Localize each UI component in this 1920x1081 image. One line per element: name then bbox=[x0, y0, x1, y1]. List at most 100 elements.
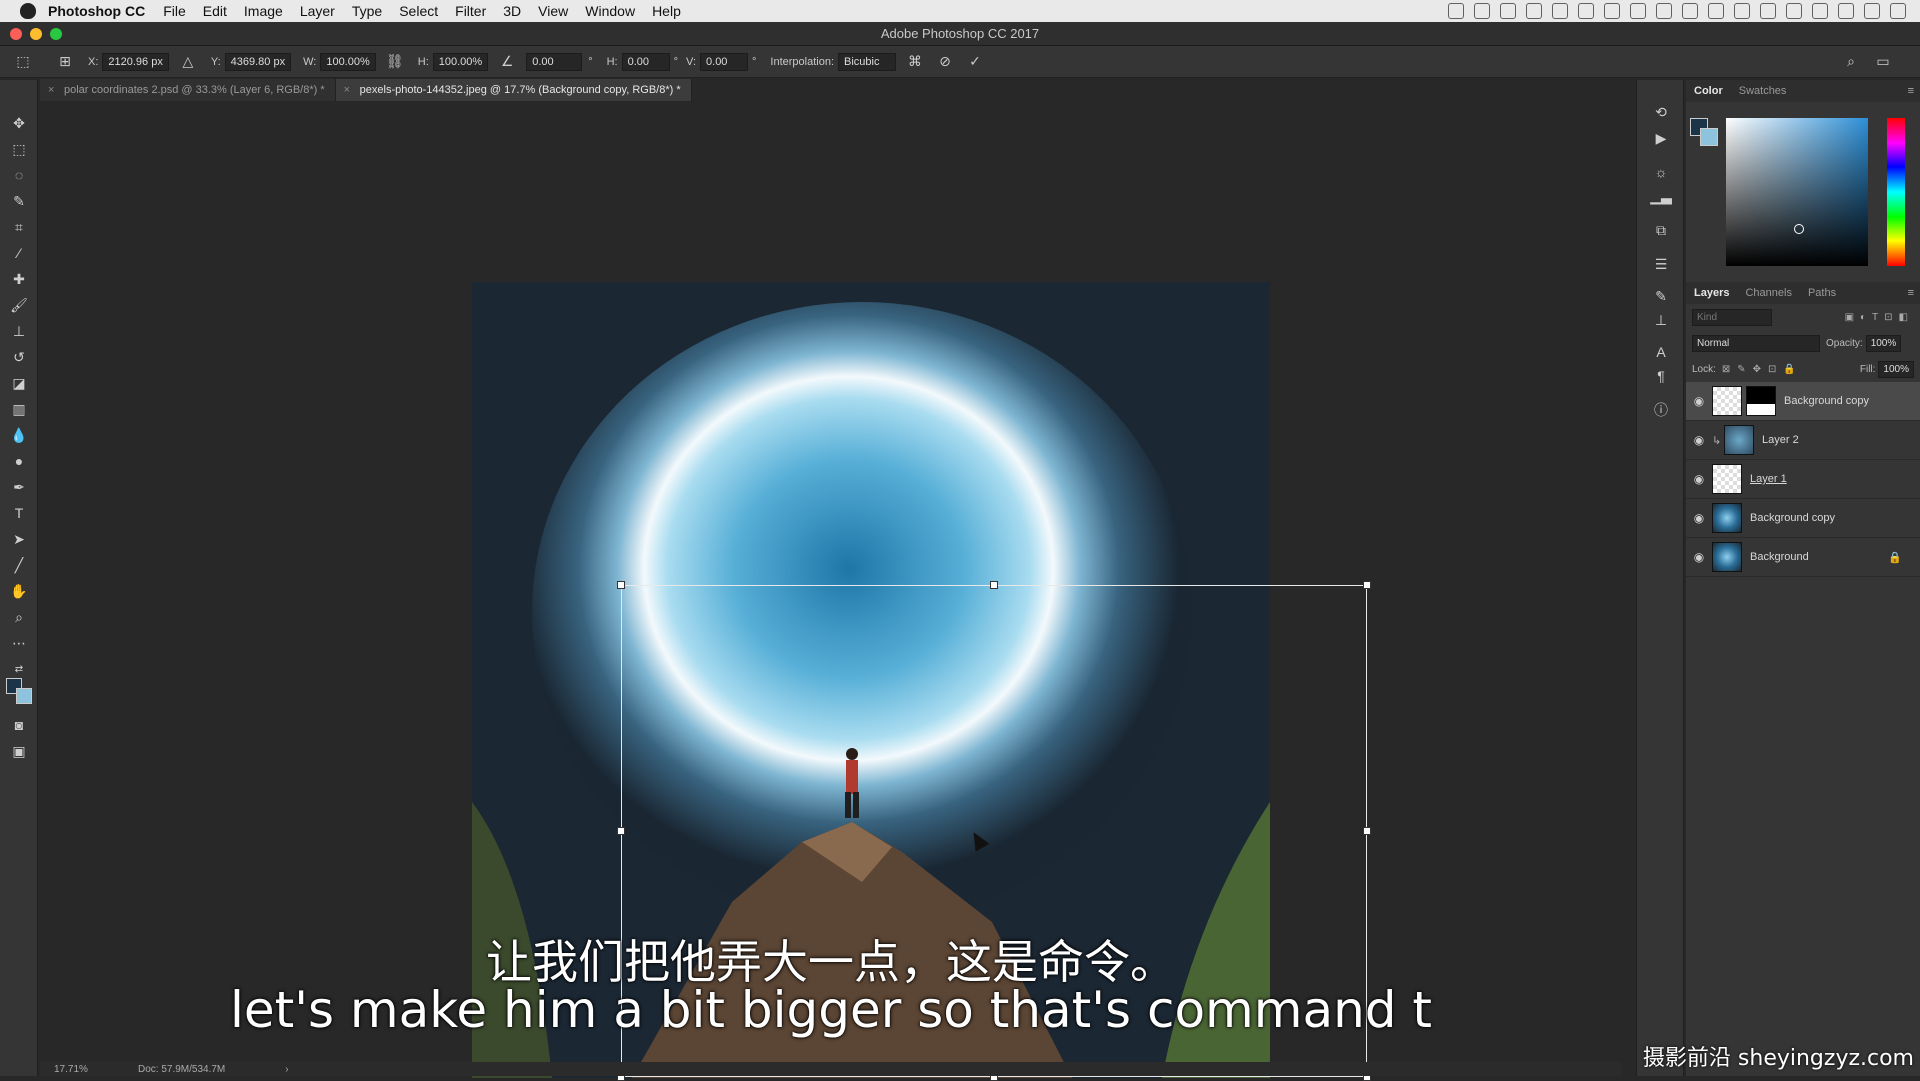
tab-layers[interactable]: Layers bbox=[1686, 287, 1737, 299]
tool-preset-icon[interactable]: ⬚ bbox=[14, 53, 32, 71]
menu-help[interactable]: Help bbox=[652, 3, 681, 19]
history-panel-icon[interactable]: ⟲ bbox=[1651, 102, 1671, 122]
document-canvas[interactable]: 让我们把他弄大一点，这是命令。 let's make him a bit big… bbox=[40, 101, 1622, 1081]
notification-center-icon[interactable] bbox=[1890, 3, 1906, 19]
background-color-swatch[interactable] bbox=[16, 688, 32, 704]
tab-channels[interactable]: Channels bbox=[1737, 287, 1799, 299]
layer-row-background[interactable]: ◉ Background 🔒 bbox=[1686, 538, 1920, 577]
transform-handle-top-left[interactable] bbox=[617, 581, 625, 589]
layer-row-layer-2[interactable]: ◉ ↳ Layer 2 bbox=[1686, 421, 1920, 460]
transform-handle-right[interactable] bbox=[1363, 827, 1371, 835]
relative-position-icon[interactable]: △ bbox=[179, 53, 197, 71]
transform-handle-top[interactable] bbox=[990, 581, 998, 589]
more-tools-icon[interactable]: ⋯ bbox=[8, 632, 30, 654]
link-icon[interactable]: ⛓ bbox=[386, 53, 404, 71]
history-brush-tool-icon[interactable]: ↺ bbox=[8, 346, 30, 368]
filter-type-icons[interactable]: ▣◐T⊡◧ bbox=[1845, 312, 1914, 323]
grid-icon[interactable] bbox=[1630, 3, 1646, 19]
quick-select-tool-icon[interactable]: ✎ bbox=[8, 190, 30, 212]
x-field[interactable]: 2120.96 px bbox=[102, 52, 169, 71]
blur-tool-icon[interactable]: 💧 bbox=[8, 424, 30, 446]
layer-name[interactable]: Background copy bbox=[1784, 395, 1869, 407]
tab-paths[interactable]: Paths bbox=[1800, 287, 1844, 299]
adjustments-panel-icon[interactable]: ☼ bbox=[1651, 162, 1671, 182]
minimize-window-button[interactable] bbox=[30, 28, 42, 40]
warp-mode-icon[interactable]: ⌘ bbox=[906, 53, 924, 71]
tab-swatches[interactable]: Swatches bbox=[1731, 85, 1795, 97]
info-panel-icon[interactable]: ⓘ bbox=[1651, 400, 1671, 420]
display-icon[interactable] bbox=[1552, 3, 1568, 19]
tab-color[interactable]: Color bbox=[1686, 85, 1731, 97]
character-panel-icon[interactable]: A bbox=[1651, 342, 1671, 362]
visibility-eye-icon[interactable]: ◉ bbox=[1686, 550, 1712, 564]
lock-icons[interactable]: ⊠✎✥⊡🔒 bbox=[1722, 364, 1803, 375]
eraser-tool-icon[interactable]: ◪ bbox=[8, 372, 30, 394]
vskew-field[interactable]: 0.00 bbox=[700, 52, 749, 71]
layer-row-background-copy[interactable]: ◉ Background copy bbox=[1686, 499, 1920, 538]
quick-mask-icon[interactable]: ◙ bbox=[8, 714, 30, 736]
interpolation-select[interactable]: Bicubic bbox=[838, 52, 897, 71]
default-colors-icon[interactable]: ⇄ bbox=[8, 658, 30, 680]
close-tab-icon[interactable]: × bbox=[344, 79, 350, 101]
type-tool-icon[interactable]: T bbox=[8, 502, 30, 524]
layer-name[interactable]: Background copy bbox=[1750, 512, 1835, 524]
sync-icon[interactable] bbox=[1604, 3, 1620, 19]
close-tab-icon[interactable]: × bbox=[48, 79, 54, 101]
zoom-tool-icon[interactable]: ⌕ bbox=[8, 606, 30, 628]
menu-select[interactable]: Select bbox=[399, 3, 438, 19]
visibility-eye-icon[interactable]: ◉ bbox=[1686, 433, 1712, 447]
blend-mode-select[interactable]: Normal bbox=[1692, 334, 1820, 352]
tab-polar-coordinates[interactable]: × polar coordinates 2.psd @ 33.3% (Layer… bbox=[40, 79, 336, 101]
clone-stamp-tool-icon[interactable]: ⊥ bbox=[8, 320, 30, 342]
commit-transform-icon[interactable]: ✓ bbox=[966, 53, 984, 71]
layer-row-layer-1[interactable]: ◉ Layer 1 bbox=[1686, 460, 1920, 499]
histogram-panel-icon[interactable]: ▁▃ bbox=[1650, 186, 1672, 206]
volume-icon[interactable] bbox=[1760, 3, 1776, 19]
visibility-eye-icon[interactable]: ◉ bbox=[1686, 511, 1712, 525]
hand-tool-icon[interactable]: ✋ bbox=[8, 580, 30, 602]
apple-icon[interactable] bbox=[20, 3, 36, 19]
tool-presets-panel-icon[interactable]: ⊥ bbox=[1651, 310, 1671, 330]
layer-row-background-copy-masked[interactable]: ◉ Background copy bbox=[1686, 382, 1920, 421]
paragraph-panel-icon[interactable]: ¶ bbox=[1651, 366, 1671, 386]
actions-panel-icon[interactable]: ▶ bbox=[1651, 128, 1671, 148]
healing-brush-tool-icon[interactable]: ✚ bbox=[8, 268, 30, 290]
move-tool-icon[interactable]: ✥ bbox=[8, 112, 30, 134]
rotate-field[interactable]: 0.00 bbox=[526, 52, 583, 71]
zoom-window-button[interactable] bbox=[50, 28, 62, 40]
workspace-icon[interactable]: ▭ bbox=[1874, 53, 1892, 71]
transform-handle-top-right[interactable] bbox=[1363, 581, 1371, 589]
brush-presets-panel-icon[interactable]: ✎ bbox=[1651, 286, 1671, 306]
visibility-eye-icon[interactable]: ◉ bbox=[1686, 472, 1712, 486]
pen-tool-icon[interactable]: ✒ bbox=[8, 476, 30, 498]
transform-handle-left[interactable] bbox=[617, 827, 625, 835]
layer-name[interactable]: Layer 2 bbox=[1762, 434, 1799, 446]
app-menu[interactable]: Photoshop CC bbox=[48, 3, 145, 19]
siri-icon[interactable] bbox=[1864, 3, 1880, 19]
check-icon[interactable] bbox=[1578, 3, 1594, 19]
camera-icon[interactable] bbox=[1448, 3, 1464, 19]
layer-mask-thumbnail[interactable] bbox=[1746, 386, 1776, 416]
menu-image[interactable]: Image bbox=[244, 3, 283, 19]
width-field[interactable]: 100.00% bbox=[320, 52, 376, 71]
search-icon[interactable] bbox=[1838, 3, 1854, 19]
brush-tool-icon[interactable]: 🖌 bbox=[8, 294, 30, 316]
menu-type[interactable]: Type bbox=[352, 3, 382, 19]
tab-pexels-photo[interactable]: × pexels-photo-144352.jpeg @ 17.7% (Back… bbox=[335, 79, 692, 101]
color-field[interactable] bbox=[1726, 118, 1868, 266]
opacity-field[interactable]: 100% bbox=[1865, 334, 1902, 352]
menu-layer[interactable]: Layer bbox=[300, 3, 335, 19]
wifi-icon[interactable] bbox=[1708, 3, 1724, 19]
search-icon[interactable]: ⌕ bbox=[1842, 53, 1860, 71]
menu-file[interactable]: File bbox=[163, 3, 186, 19]
keyboard-icon[interactable] bbox=[1786, 3, 1802, 19]
time-machine-icon[interactable] bbox=[1656, 3, 1672, 19]
path-selection-tool-icon[interactable]: ➤ bbox=[8, 528, 30, 550]
panel-menu-icon[interactable]: ≡ bbox=[1908, 287, 1914, 299]
zoom-level[interactable]: 17.71% bbox=[54, 1064, 124, 1075]
menu-3d[interactable]: 3D bbox=[503, 3, 521, 19]
color-picker-marker[interactable] bbox=[1794, 224, 1804, 234]
eyedropper-tool-icon[interactable]: ⁄ bbox=[8, 242, 30, 264]
kind-filter-select[interactable]: Kind bbox=[1692, 308, 1772, 326]
clock-icon[interactable] bbox=[1812, 3, 1828, 19]
